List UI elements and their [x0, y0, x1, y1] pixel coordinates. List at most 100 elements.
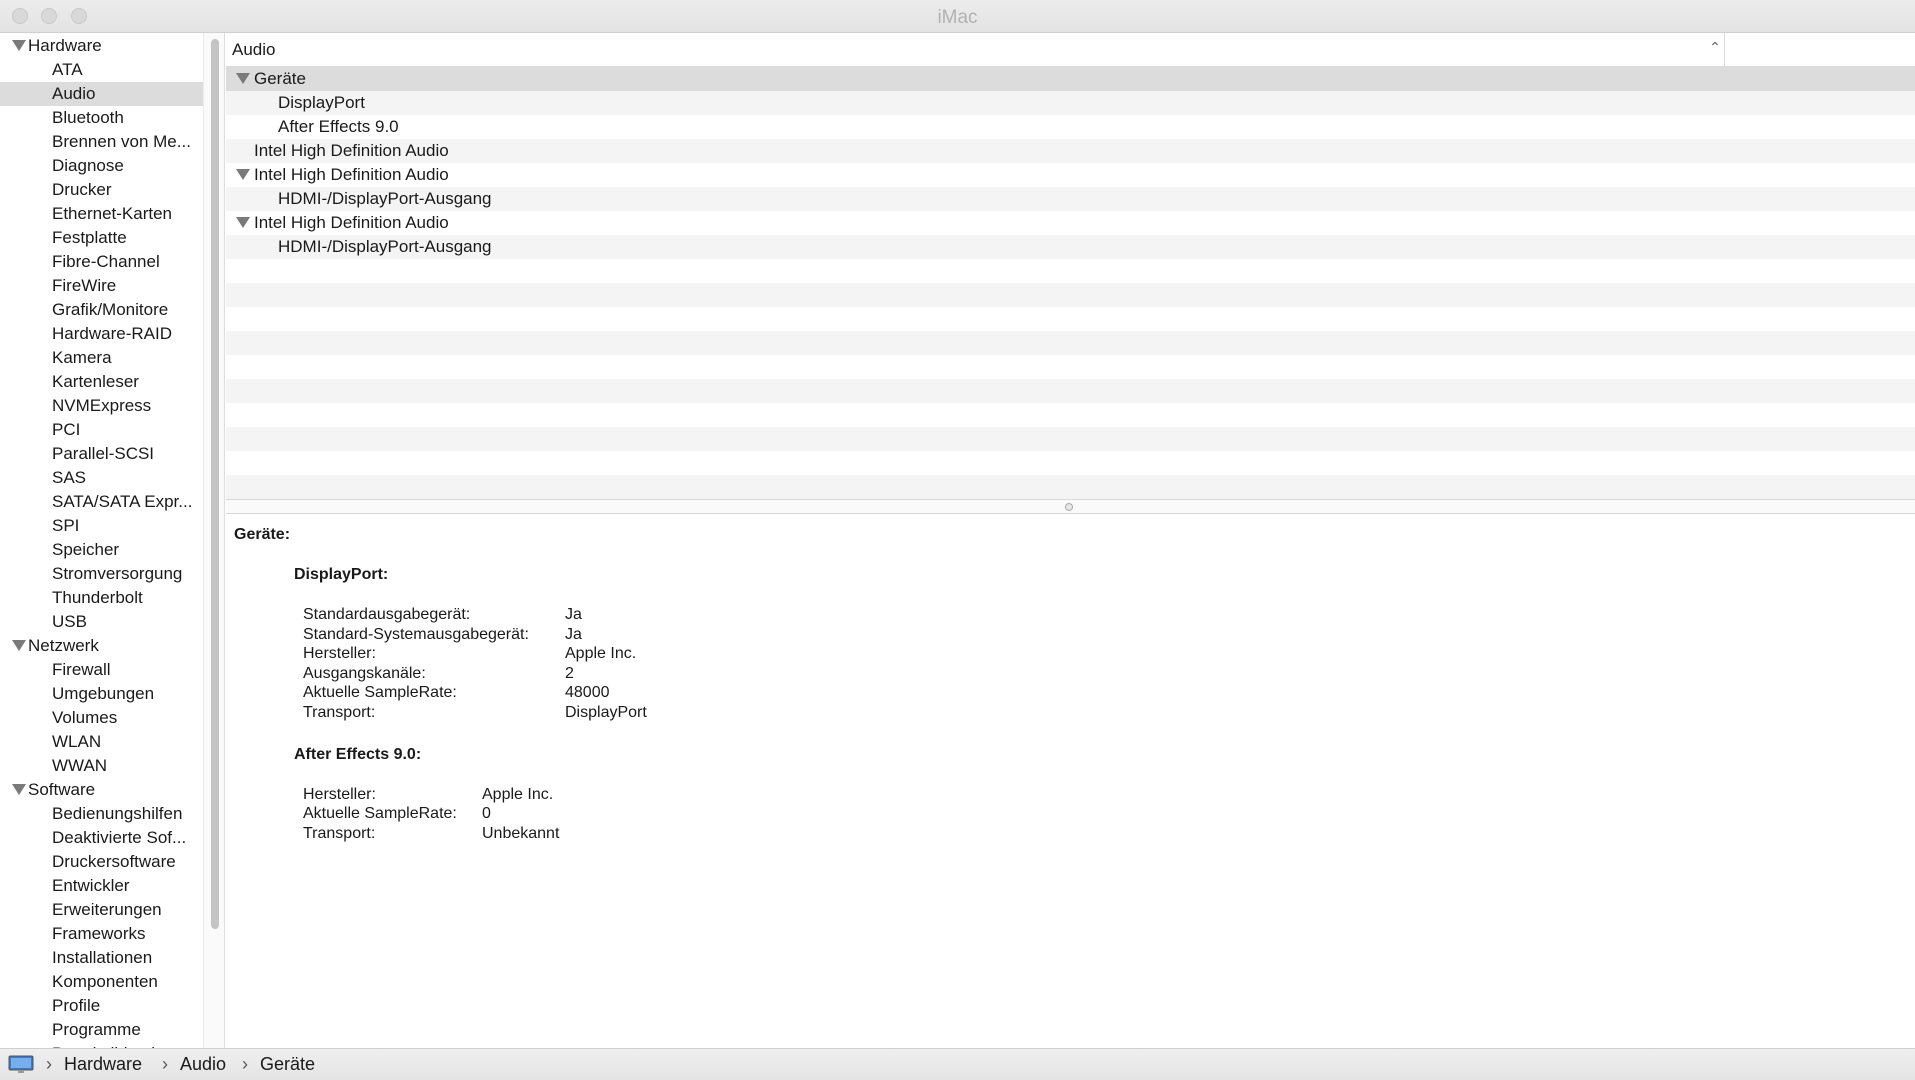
sidebar-item[interactable]: Thunderbolt	[0, 586, 203, 610]
sidebar-item[interactable]: Hardware-RAID	[0, 322, 203, 346]
disclosure-triangle-icon[interactable]	[12, 40, 26, 51]
sidebar-item[interactable]: NVMExpress	[0, 394, 203, 418]
sidebar-item[interactable]: Drucker	[0, 178, 203, 202]
sidebar-item-label: Erweiterungen	[52, 900, 162, 919]
sidebar-item[interactable]: Kartenleser	[0, 370, 203, 394]
pane-splitter[interactable]	[226, 499, 1915, 514]
sort-ascending-icon[interactable]: ⌃	[1706, 39, 1724, 59]
tree-empty-row	[226, 283, 1915, 307]
tree-empty-row	[226, 475, 1915, 499]
breadcrumb-item[interactable]: Audio	[180, 1054, 226, 1075]
sidebar-item[interactable]: Brennen von Me...	[0, 130, 203, 154]
sidebar-item[interactable]: Installationen	[0, 946, 203, 970]
tree-empty-row	[226, 427, 1915, 451]
sidebar-item[interactable]: Programme	[0, 1018, 203, 1042]
sidebar-item[interactable]: Diagnose	[0, 154, 203, 178]
disclosure-triangle-icon[interactable]	[12, 784, 26, 795]
sidebar-item[interactable]: Grafik/Monitore	[0, 298, 203, 322]
sidebar-item[interactable]: Kamera	[0, 346, 203, 370]
sidebar-item-label: Bluetooth	[52, 108, 124, 127]
sidebar-item[interactable]: Frameworks	[0, 922, 203, 946]
sidebar-item[interactable]: Profile	[0, 994, 203, 1018]
tree-row[interactable]: After Effects 9.0	[226, 115, 1915, 139]
tree-row-label: After Effects 9.0	[278, 117, 399, 136]
detail-property-key: Hersteller:	[303, 645, 376, 663]
sidebar-item-label: Kamera	[52, 348, 112, 367]
sidebar-item[interactable]: Druckersoftware	[0, 850, 203, 874]
tree-row[interactable]: DisplayPort	[226, 91, 1915, 115]
sidebar-item[interactable]: SAS	[0, 466, 203, 490]
sidebar-item-label: Ethernet-Karten	[52, 204, 173, 223]
device-tree: Geräte DisplayPort After Effects 9.0 Intel …	[226, 67, 1915, 499]
sidebar-item[interactable]: SATA/SATA Expr...	[0, 490, 203, 514]
sidebar-item[interactable]: Firewall	[0, 658, 203, 682]
sidebar-item[interactable]: Parallel-SCSI	[0, 442, 203, 466]
imac-icon	[8, 1055, 34, 1073]
detail-property-value: Apple Inc.	[565, 645, 637, 663]
sidebar-scrollbar[interactable]	[203, 33, 225, 1048]
detail-property-key: Aktuelle SampleRate:	[303, 805, 457, 823]
tree-row-label: HDMI-/DisplayPort-Ausgang	[278, 237, 492, 256]
detail-pane: Geräte: DisplayPort: Standardausgabegerät:…	[226, 514, 1915, 1048]
sidebar-item-label: Speicher	[52, 540, 120, 559]
sidebar-item[interactable]: Stromversorgung	[0, 562, 203, 586]
sidebar-item[interactable]: Speicher	[0, 538, 203, 562]
sidebar-item-label: WLAN	[52, 732, 102, 751]
sidebar-item[interactable]: Entwickler	[0, 874, 203, 898]
breadcrumb-item[interactable]: Geräte	[260, 1054, 315, 1075]
sidebar-group-hardware[interactable]: Hardware	[0, 34, 203, 58]
sidebar-item[interactable]: Festplatte	[0, 226, 203, 250]
sidebar-item-label: Deaktivierte Sof...	[52, 828, 187, 847]
sidebar-item-label: Komponenten	[52, 972, 158, 991]
sidebar-group-label: Netzwerk	[28, 636, 99, 655]
disclosure-triangle-icon[interactable]	[236, 217, 250, 228]
tree-row[interactable]: HDMI-/DisplayPort-Ausgang	[226, 187, 1915, 211]
sidebar-item-label: Profile	[52, 996, 101, 1015]
disclosure-triangle-icon[interactable]	[236, 169, 250, 180]
tree-empty-row	[226, 451, 1915, 475]
detail-section-title: DisplayPort:	[294, 566, 389, 583]
detail-heading: Geräte:	[234, 526, 291, 543]
splitter-handle-icon[interactable]	[1065, 503, 1073, 511]
sidebar-item[interactable]: Bedienungshilfen	[0, 802, 203, 826]
sidebar-item[interactable]: Volumes	[0, 706, 203, 730]
tree-row[interactable]: Geräte	[226, 67, 1915, 91]
sidebar-item[interactable]: PCI	[0, 418, 203, 442]
tree-empty-row	[226, 331, 1915, 355]
sidebar-item[interactable]: WLAN	[0, 730, 203, 754]
sidebar-item[interactable]: USB	[0, 610, 203, 634]
disclosure-triangle-icon[interactable]	[12, 640, 26, 651]
sidebar-item[interactable]: Audio	[0, 82, 203, 106]
sidebar-item-label: Stromversorgung	[52, 564, 183, 583]
sidebar-item[interactable]: Erweiterungen	[0, 898, 203, 922]
sidebar-item-label: SATA/SATA Expr...	[52, 492, 193, 511]
tree-column-header[interactable]: Audio ⌃	[226, 33, 1915, 67]
sidebar-item[interactable]: Bluetooth	[0, 106, 203, 130]
breadcrumb-chevron-icon: ›	[242, 1054, 248, 1074]
sidebar-group-software[interactable]: Software	[0, 778, 203, 802]
tree-row[interactable]: Intel High Definition Audio	[226, 163, 1915, 187]
sidebar-item[interactable]: Deaktivierte Sof...	[0, 826, 203, 850]
sidebar-item-label: SAS	[52, 468, 87, 487]
sidebar-group-netzwerk[interactable]: Netzwerk	[0, 634, 203, 658]
sidebar-item-label: Parallel-SCSI	[52, 444, 155, 463]
sidebar-item[interactable]: SPI	[0, 514, 203, 538]
disclosure-triangle-icon[interactable]	[236, 73, 250, 84]
sidebar-item[interactable]: WWAN	[0, 754, 203, 778]
sidebar-item[interactable]: ATA	[0, 58, 203, 82]
detail-property-key: Aktuelle SampleRate:	[303, 684, 457, 702]
detail-property-value: 48000	[565, 684, 610, 702]
sidebar-scroll-thumb[interactable]	[211, 39, 219, 929]
sidebar-item[interactable]: Umgebungen	[0, 682, 203, 706]
sidebar-item[interactable]: FireWire	[0, 274, 203, 298]
detail-property-value: 2	[565, 664, 574, 682]
tree-row[interactable]: HDMI-/DisplayPort-Ausgang	[226, 235, 1915, 259]
tree-row[interactable]: Intel High Definition Audio	[226, 139, 1915, 163]
sidebar-item[interactable]: Komponenten	[0, 970, 203, 994]
sidebar-item-label: USB	[52, 612, 87, 631]
tree-row[interactable]: Intel High Definition Audio	[226, 211, 1915, 235]
detail-property-key: Ausgangskanäle:	[303, 664, 426, 682]
breadcrumb-item[interactable]: Hardware	[64, 1054, 142, 1075]
sidebar-item[interactable]: Ethernet-Karten	[0, 202, 203, 226]
sidebar-item[interactable]: Fibre-Channel	[0, 250, 203, 274]
